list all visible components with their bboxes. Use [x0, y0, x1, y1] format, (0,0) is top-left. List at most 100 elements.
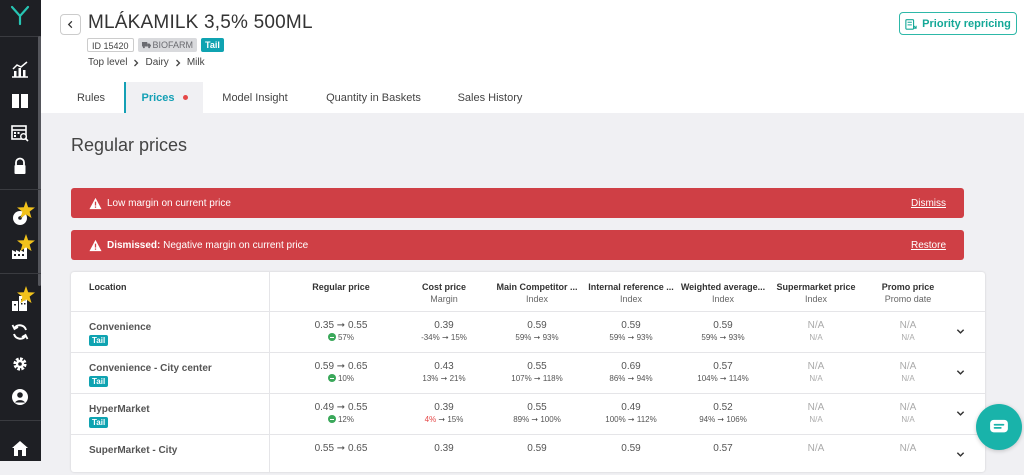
calendar-search-icon[interactable] [9, 122, 31, 144]
chevron-down-icon[interactable] [956, 368, 965, 377]
internal-cell: 0.49 100% ➞ 112% [605, 402, 657, 424]
buildings-icon[interactable] [9, 286, 35, 314]
sidebar [0, 0, 41, 461]
regular-price-cell: 0.59 ➞ 0.65 10% [314, 361, 368, 383]
tab-bar: Rules Prices Model Insight Quantity in B… [41, 82, 1024, 113]
chevron-right-icon [175, 59, 181, 66]
location-name: SuperMarket - City [89, 445, 178, 456]
cost-cell: 0.39 4% ➞ 15% [424, 402, 464, 424]
comp-cell: 0.55 89% ➞ 100% [513, 402, 561, 424]
gauge-icon[interactable] [9, 201, 35, 229]
internal-cell: 0.59 59% ➞ 93% [609, 320, 653, 342]
check-circle-icon [327, 333, 336, 341]
super-cell: N/A N/A [807, 320, 825, 342]
tail-badge: Tail [201, 38, 224, 52]
chevron-down-icon[interactable] [956, 450, 965, 459]
weighted-cell: 0.59 59% ➞ 93% [701, 320, 745, 342]
restore-link[interactable]: Restore [911, 240, 946, 251]
promo-cell: N/A N/A [899, 402, 917, 424]
tab-quantity-in-baskets[interactable]: Quantity in Baskets [316, 82, 431, 113]
product-meta: ID 15420 BIOFARM Tail [87, 38, 224, 52]
dashboard-icon[interactable] [9, 59, 31, 81]
regular-prices-table: Location Regular price Cost price Margin … [71, 272, 985, 472]
check-circle-icon [327, 374, 336, 382]
promo-cell: N/A [899, 443, 917, 454]
regular-price-cell: 0.35 ➞ 0.55 57% [314, 320, 368, 342]
location-name: Convenience - City center [89, 363, 212, 374]
tab-sales-history[interactable]: Sales History [449, 82, 531, 113]
truck-icon [141, 42, 151, 49]
column-header-main-competitor[interactable]: Main Competitor ... Index [487, 282, 587, 304]
cost-cell: 0.43 13% ➞ 21% [422, 361, 466, 383]
breadcrumb-item[interactable]: Dairy [145, 57, 168, 68]
promo-cell: N/A N/A [899, 320, 917, 342]
alert-prefix: Dismissed: [107, 239, 161, 251]
supplier-badge: BIOFARM [137, 38, 198, 52]
priority-repricing-button[interactable]: Priority repricing [899, 12, 1017, 35]
supplier-label: BIOFARM [152, 40, 194, 50]
check-circle-icon [327, 415, 336, 423]
location-name: Convenience [89, 322, 152, 333]
super-cell: N/A [807, 443, 825, 454]
column-header-promo-price[interactable]: Promo price Promo date [858, 282, 958, 304]
cost-cell: 0.39 -34% ➞ 15% [421, 320, 467, 342]
chevron-left-icon [67, 20, 73, 29]
promo-cell: N/A N/A [899, 361, 917, 383]
tab-rules[interactable]: Rules [63, 82, 119, 113]
regular-price-cell: 0.55 ➞ 0.65 [314, 443, 368, 454]
chat-button[interactable] [976, 404, 1022, 450]
breadcrumb-item[interactable]: Top level [88, 57, 127, 68]
column-header-weighted-average[interactable]: Weighted average... Index [673, 282, 773, 304]
regular-price-cell: 0.49 ➞ 0.55 12% [314, 402, 368, 424]
internal-cell: 0.59 [621, 443, 641, 454]
chevron-down-icon[interactable] [956, 409, 965, 418]
column-header-location[interactable]: Location [89, 282, 127, 292]
product-id-badge: ID 15420 [87, 38, 134, 52]
page-title: MLÁKAMILK 3,5% 500ML [88, 12, 313, 33]
alert-text: Low margin on current price [107, 197, 231, 209]
alert-negative-margin: Dismissed: Negative margin on current pr… [71, 230, 964, 260]
column-header-regular-price[interactable]: Regular price [291, 282, 391, 292]
factory-icon[interactable] [9, 234, 35, 262]
column-header-cost-price[interactable]: Cost price Margin [394, 282, 494, 304]
cost-cell: 0.39 [434, 443, 454, 454]
chevron-down-icon[interactable] [956, 327, 965, 336]
priority-repricing-label: Priority repricing [922, 17, 1011, 30]
alert-low-margin: Low margin on current price Dismiss [71, 188, 964, 218]
table-row[interactable]: HyperMarket Tail 0.49 ➞ 0.55 12% 0.39 4% ➞ 15… [71, 393, 985, 434]
warning-icon [89, 239, 102, 251]
columns-icon[interactable] [9, 90, 31, 112]
chat-icon [990, 419, 1008, 433]
column-header-supermarket-price[interactable]: Supermarket price Index [766, 282, 866, 304]
super-cell: N/A N/A [807, 361, 825, 383]
notification-dot [182, 95, 188, 100]
comp-cell: 0.59 [527, 443, 547, 454]
internal-cell: 0.69 86% ➞ 94% [609, 361, 653, 383]
table-row[interactable]: Convenience - City center Tail 0.59 ➞ 0.65… [71, 352, 985, 393]
home-icon[interactable] [9, 437, 31, 459]
logo-icon[interactable] [9, 4, 31, 26]
comp-cell: 0.59 59% ➞ 93% [515, 320, 559, 342]
refresh-icon[interactable] [9, 321, 31, 343]
table-row[interactable]: Convenience Tail 0.35 ➞ 0.55 57% 0.39 -34% ➞ … [71, 311, 985, 352]
warning-icon [89, 197, 102, 209]
tail-badge: Tail [89, 335, 109, 346]
user-icon[interactable] [9, 386, 31, 408]
back-button[interactable] [60, 14, 81, 35]
breadcrumb-item[interactable]: Milk [187, 57, 205, 68]
breadcrumb: Top level Dairy Milk [88, 57, 205, 68]
tab-model-insight[interactable]: Model Insight [211, 82, 299, 113]
super-cell: N/A N/A [807, 402, 825, 424]
settings-icon[interactable] [9, 353, 31, 375]
weighted-cell: 0.52 94% ➞ 106% [699, 402, 747, 424]
lock-icon[interactable] [9, 155, 31, 177]
table-row[interactable]: SuperMarket - City 0.55 ➞ 0.65 0.39 0.59 0.5… [71, 434, 985, 475]
dismiss-link[interactable]: Dismiss [911, 198, 946, 209]
comp-cell: 0.55 107% ➞ 118% [511, 361, 563, 383]
column-header-internal-reference[interactable]: Internal reference ... Index [581, 282, 681, 304]
weighted-cell: 0.57 104% ➞ 114% [697, 361, 749, 383]
chevron-right-icon [134, 59, 139, 66]
alert-text: Negative margin on current price [160, 239, 309, 251]
section-title: Regular prices [71, 135, 188, 155]
tab-prices[interactable]: Prices [124, 82, 203, 113]
